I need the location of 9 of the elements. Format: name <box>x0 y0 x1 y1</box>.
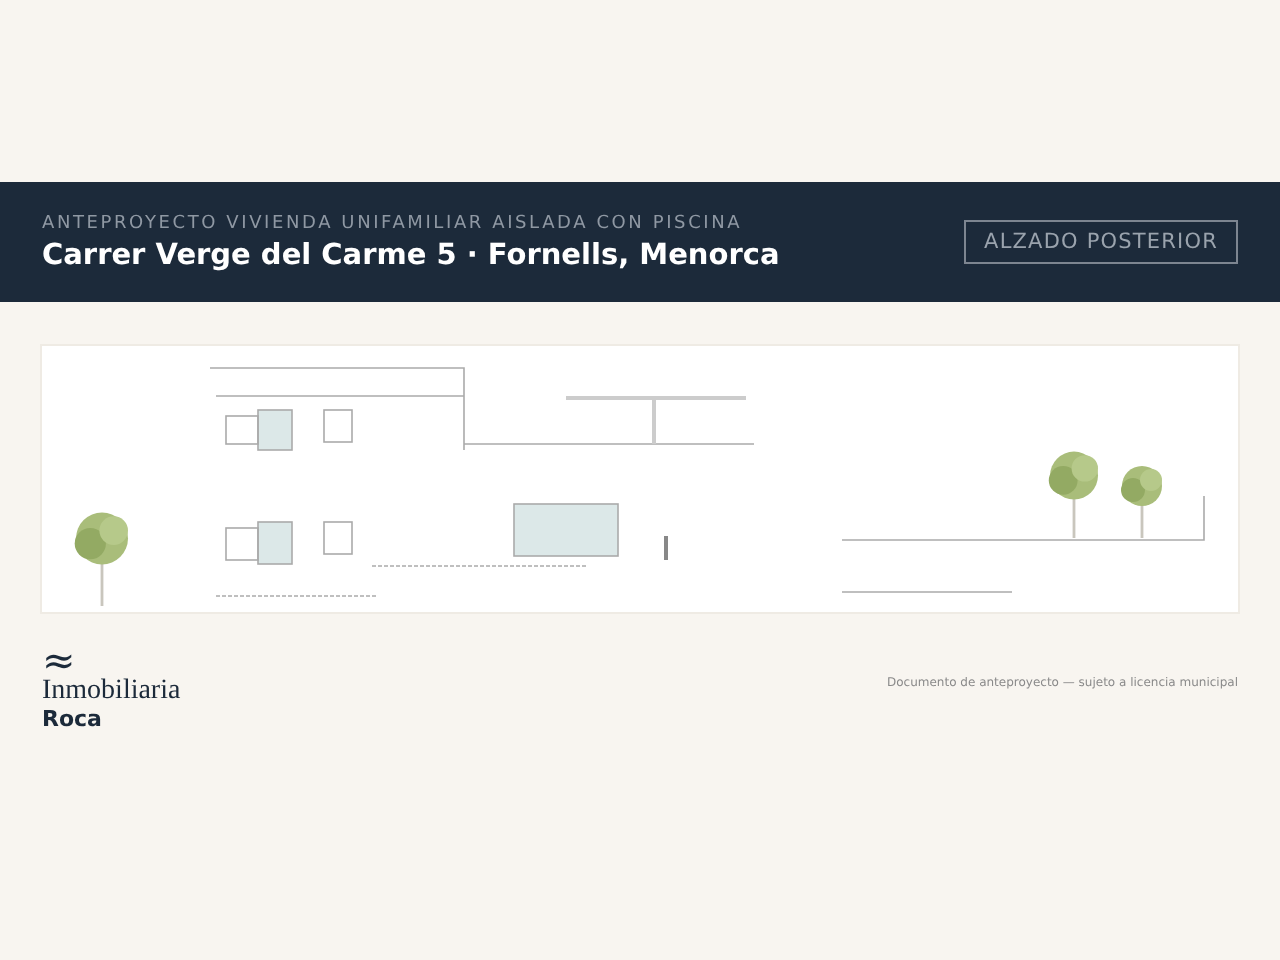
drawing-label: ALZADO POSTERIOR <box>964 220 1238 264</box>
logo-wave-icon: ≈ <box>42 642 181 678</box>
logo-text: Roca <box>42 708 104 730</box>
logo-text: Inmobiliaria <box>42 678 181 706</box>
tree-icon <box>74 512 128 606</box>
project-subtitle: ANTEPROYECTO VIVIENDA UNIFAMILIAR AISLADA CON PISCINA <box>42 213 745 233</box>
project-title: Carrer Verge del Carme 5 · Fornells, Menorca <box>42 239 780 271</box>
tree-icon <box>1121 466 1162 538</box>
tree-icon <box>1048 451 1098 538</box>
